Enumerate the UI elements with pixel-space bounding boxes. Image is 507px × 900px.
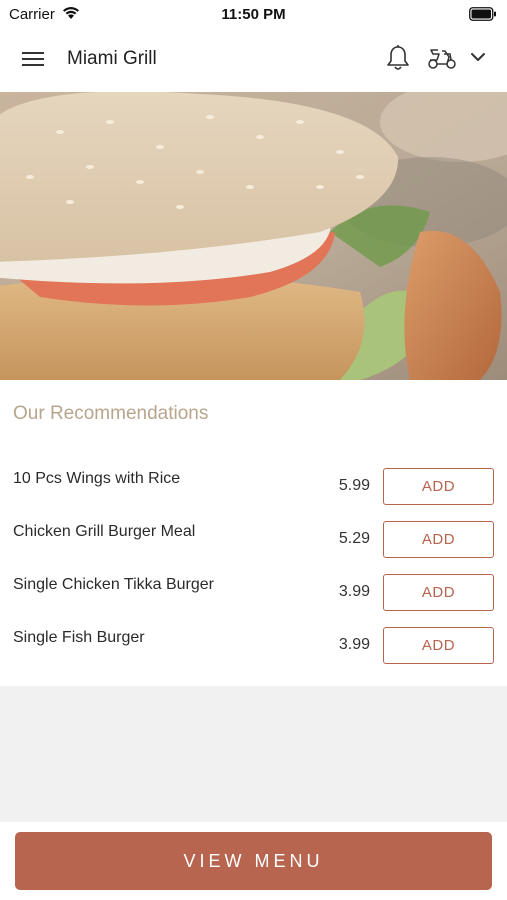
item-price: 5.99 <box>338 477 370 494</box>
item-name: Chicken Grill Burger Meal <box>13 523 196 540</box>
chevron-down-icon[interactable] <box>470 50 486 68</box>
status-bar: Carrier 11:50 PM <box>0 0 507 28</box>
status-time: 11:50 PM <box>221 6 286 23</box>
add-button[interactable]: ADD <box>383 521 494 558</box>
item-name: Single Fish Burger <box>13 629 145 646</box>
item-price: 3.99 <box>338 636 370 653</box>
app-title: Miami Grill <box>67 48 157 69</box>
delivery-scooter-icon[interactable] <box>427 45 457 76</box>
list-item: Single Fish Burger 3.99 ADD <box>0 625 507 678</box>
section-title: Our Recommendations <box>13 403 209 424</box>
burger-illustration <box>0 92 507 380</box>
list-item: Single Chicken Tikka Burger 3.99 ADD <box>0 572 507 625</box>
list-item: 10 Pcs Wings with Rice 5.99 ADD <box>0 466 507 519</box>
recommendations-list: 10 Pcs Wings with Rice 5.99 ADD Chicken … <box>0 466 507 678</box>
add-button[interactable]: ADD <box>383 574 494 611</box>
item-price: 5.29 <box>338 530 370 547</box>
bottom-bar: VIEW MENU <box>0 822 507 900</box>
battery-icon <box>469 7 497 26</box>
view-menu-button[interactable]: VIEW MENU <box>15 832 492 890</box>
item-name: 10 Pcs Wings with Rice <box>13 470 181 487</box>
bell-icon[interactable] <box>385 44 411 77</box>
hamburger-menu-icon[interactable] <box>22 49 46 69</box>
item-price: 3.99 <box>338 583 370 600</box>
add-button[interactable]: ADD <box>383 627 494 664</box>
empty-content-area <box>0 686 507 822</box>
add-button[interactable]: ADD <box>383 468 494 505</box>
app-header: Miami Grill <box>0 28 507 92</box>
hero-food-image <box>0 92 507 380</box>
list-item: Chicken Grill Burger Meal 5.29 ADD <box>0 519 507 572</box>
item-name: Single Chicken Tikka Burger <box>13 576 214 593</box>
